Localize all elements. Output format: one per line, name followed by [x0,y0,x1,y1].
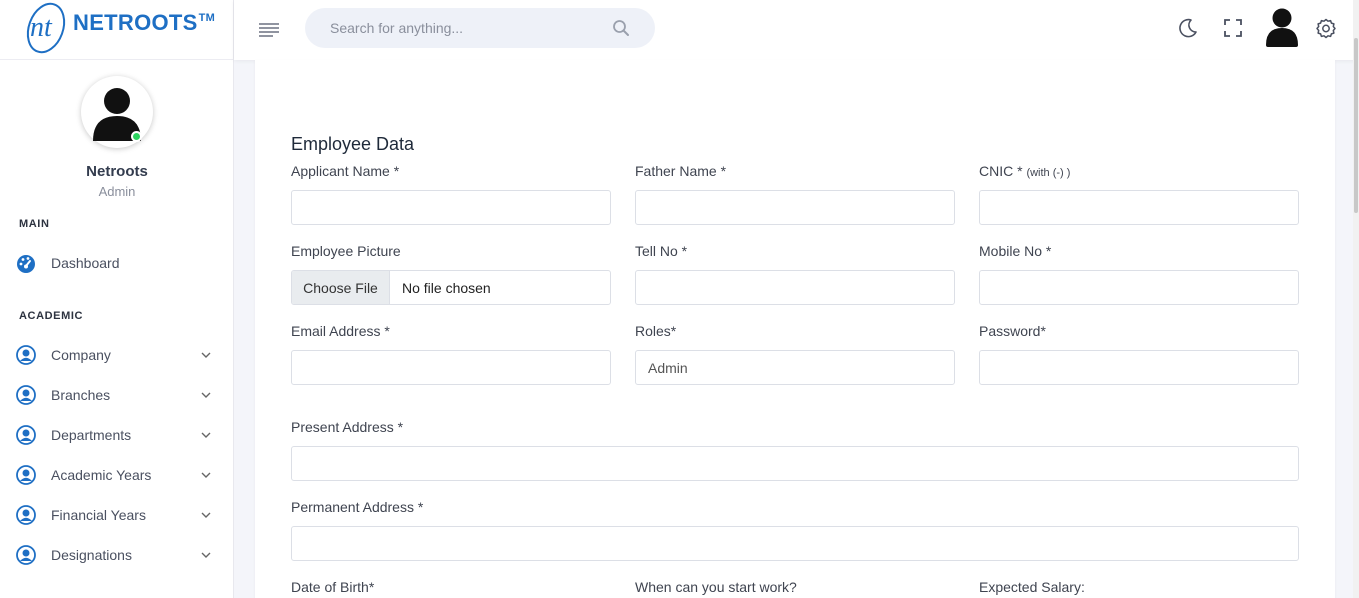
file-status-text: No file chosen [402,279,491,296]
sidebar-item-departments[interactable]: Departments [0,419,234,451]
menu-toggle-icon[interactable] [258,18,280,40]
section-title-academic: ACADEMIC [19,310,84,322]
dark-mode-moon-icon[interactable] [1177,17,1199,39]
cnic-field[interactable] [979,190,1299,225]
father-name-field[interactable] [635,190,955,225]
sidebar: nt NETROOTSTM Netroots Admin MAIN Dashbo… [0,0,234,598]
dashboard-icon [17,255,35,273]
employee-form-card: Employee Data Applicant Name * Father Na… [255,60,1335,598]
page-scrollbar[interactable] [1353,0,1359,598]
profile-role: Admin [98,184,136,199]
sidebar-item-label: Financial Years [51,507,146,523]
permanent-address-label: Permanent Address * [291,499,424,515]
sidebar-item-label: Designations [51,547,132,563]
sidebar-item-designations[interactable]: Designations [0,539,234,571]
chevron-down-icon [201,352,211,358]
choose-file-button[interactable]: Choose File [292,271,390,304]
roles-select[interactable]: Admin [635,350,955,385]
user-circle-icon [16,385,36,405]
email-field[interactable] [291,350,611,385]
chevron-down-icon [201,552,211,558]
user-circle-icon [16,505,36,525]
online-status-dot [131,131,142,142]
present-address-label: Present Address * [291,419,404,435]
user-circle-icon [16,465,36,485]
sidebar-item-dashboard[interactable]: Dashboard [0,247,234,279]
section-title-main: MAIN [19,218,50,230]
roles-label: Roles* [635,323,677,339]
search-icon[interactable] [612,19,630,37]
chevron-down-icon [201,392,211,398]
mobile-no-label: Mobile No * [979,243,1052,259]
permanent-address-field[interactable] [291,526,1299,561]
employee-picture-label: Employee Picture [291,243,401,259]
mobile-no-field[interactable] [979,270,1299,305]
scrollbar-thumb[interactable] [1354,38,1358,213]
sidebar-item-label: Company [51,347,111,363]
cnic-label: CNIC * (with (-) ) [979,163,1071,179]
cnic-hint: (with (-) ) [1026,167,1071,179]
topbar [234,0,1359,60]
search-input[interactable] [305,8,605,48]
user-circle-icon [16,425,36,445]
svg-text:nt: nt [30,12,53,43]
user-circle-icon [16,345,36,365]
profile-name: Netroots [86,163,148,180]
sidebar-item-financial-years[interactable]: Financial Years [0,499,234,531]
sidebar-item-company[interactable]: Company [0,339,234,371]
employee-picture-file-input[interactable]: Choose File No file chosen [291,270,611,305]
search-bar [305,8,655,48]
netroots-logo-mark: nt [26,2,66,54]
applicant-name-field[interactable] [291,190,611,225]
email-label: Email Address * [291,323,390,339]
father-name-label: Father Name * [635,163,727,179]
fullscreen-icon[interactable] [1222,17,1244,39]
settings-gear-icon[interactable] [1315,17,1337,39]
expected-salary-label: Expected Salary: [979,579,1085,595]
sidebar-item-label: Dashboard [51,255,120,271]
password-label: Password* [979,323,1046,339]
user-circle-icon [16,545,36,565]
start-work-label: When can you start work? [635,579,797,595]
dob-label: Date of Birth* [291,579,375,595]
user-avatar-icon[interactable] [1264,7,1300,47]
sidebar-item-label: Academic Years [51,467,152,483]
avatar[interactable] [81,76,153,148]
chevron-down-icon [201,472,211,478]
sidebar-item-academic-years[interactable]: Academic Years [0,459,234,491]
sidebar-item-label: Branches [51,387,111,403]
present-address-field[interactable] [291,446,1299,481]
chevron-down-icon [201,432,211,438]
chevron-down-icon [201,512,211,518]
sidebar-item-label: Departments [51,427,132,443]
sidebar-item-branches[interactable]: Branches [0,379,234,411]
brand-name: NETROOTSTM [73,10,216,35]
password-field[interactable] [979,350,1299,385]
applicant-name-label: Applicant Name * [291,163,400,179]
user-profile: Netroots Admin [0,76,234,199]
form-title: Employee Data [291,134,415,154]
logo[interactable]: nt NETROOTSTM [0,0,233,60]
tell-no-label: Tell No * [635,243,688,259]
tell-no-field[interactable] [635,270,955,305]
